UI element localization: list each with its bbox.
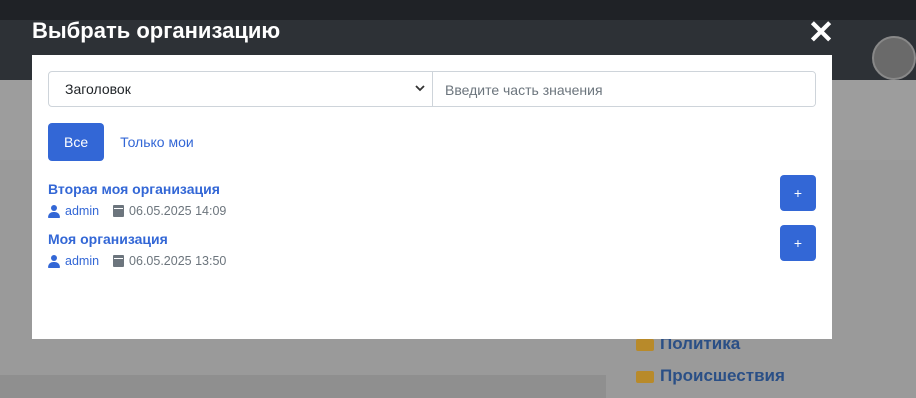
filter-row: Заголовок	[48, 71, 816, 107]
organization-picker-dialog: Заголовок Все Только мои Вторая моя орга…	[32, 55, 832, 339]
tab-only-mine[interactable]: Только мои	[120, 134, 194, 150]
calendar-icon	[113, 255, 125, 267]
chevron-down-icon	[414, 72, 426, 106]
filter-tabs: Все Только мои	[48, 123, 194, 161]
organization-title[interactable]: Моя организация	[48, 231, 168, 247]
search-input[interactable]	[433, 72, 815, 106]
item-meta: admin 06.05.2025 13:50	[48, 254, 226, 268]
list-item: Вторая моя организация admin 06.05.2025 …	[48, 175, 816, 219]
field-select-value: Заголовок	[65, 81, 131, 97]
add-button[interactable]: +	[780, 175, 816, 211]
tab-all[interactable]: Все	[48, 123, 105, 161]
modal-title: Выбрать организацию	[32, 18, 281, 43]
add-button[interactable]: +	[780, 225, 816, 261]
user-icon	[48, 254, 60, 268]
item-meta: admin 06.05.2025 14:09	[48, 204, 226, 218]
calendar-icon	[113, 205, 125, 217]
author-link[interactable]: admin	[65, 204, 99, 218]
item-date: 06.05.2025 13:50	[129, 254, 227, 268]
list-item: Моя организация admin 06.05.2025 13:50 +	[48, 225, 816, 269]
field-select[interactable]: Заголовок	[49, 72, 433, 106]
author-link[interactable]: admin	[65, 254, 99, 268]
user-icon	[48, 204, 60, 218]
item-date: 06.05.2025 14:09	[129, 204, 227, 218]
organization-title[interactable]: Вторая моя организация	[48, 181, 220, 197]
close-icon[interactable]: ✕	[806, 16, 836, 48]
